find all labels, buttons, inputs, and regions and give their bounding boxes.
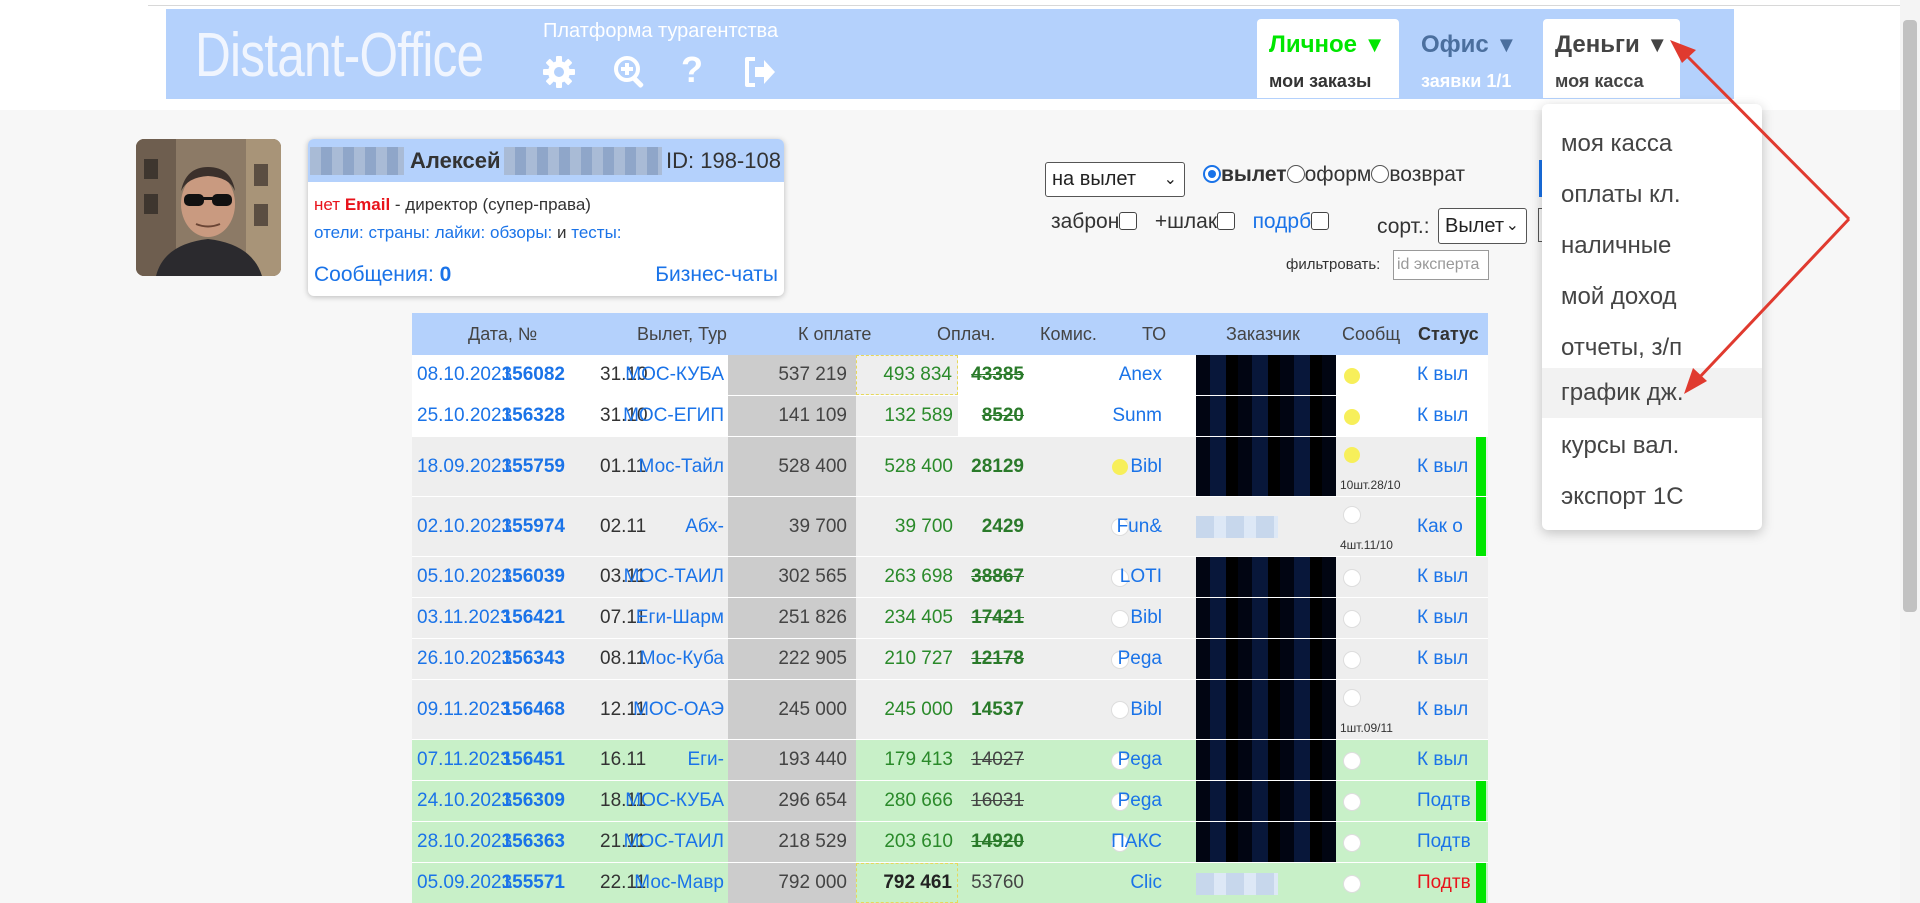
scrollbar-thumb[interactable]: [1903, 20, 1917, 612]
annotation-arrows: [1670, 40, 1851, 394]
